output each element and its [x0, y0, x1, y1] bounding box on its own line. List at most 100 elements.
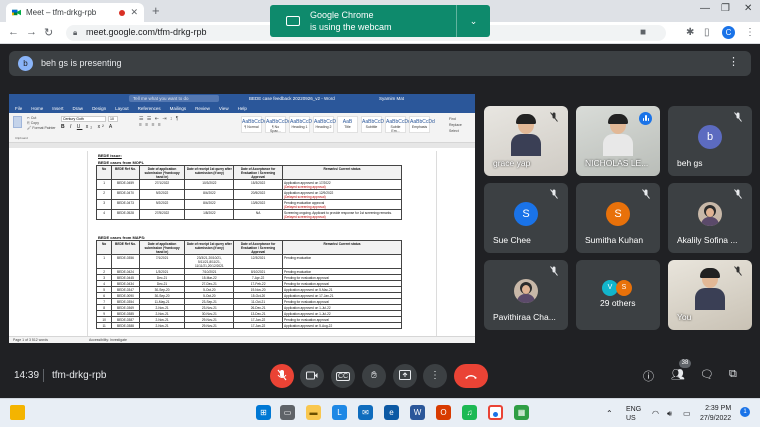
camera-in-use-icon[interactable]: ■ [640, 27, 646, 38]
reload-icon[interactable]: ↻ [44, 26, 53, 39]
cell-text: Pending for evaluation approval [284, 275, 329, 280]
activities-button[interactable]: ⧉ [729, 368, 737, 381]
word-style-5[interactable]: AaBbCcD Subtitle [361, 116, 384, 133]
word-menu-draw[interactable]: Draw [73, 106, 84, 111]
edge-browser-icon[interactable]: e [384, 405, 399, 420]
more-options-button[interactable]: ⋮ [423, 364, 447, 388]
more-menu-icon[interactable]: ⋮ [745, 27, 755, 38]
language-code: ENG [626, 406, 642, 413]
table-cell: 10/3/2022 [184, 179, 235, 190]
word-style-1[interactable]: AaBbCcDd ¶ No Spac... [265, 116, 291, 133]
table-cell: 1 [95, 254, 113, 269]
participant-tile[interactable]: V S 29 others [576, 260, 660, 330]
widgets-icon[interactable] [10, 405, 25, 420]
forward-icon[interactable]: → [26, 26, 37, 38]
captions-button[interactable]: CC [331, 364, 355, 388]
file-explorer-icon[interactable]: ▬ [306, 405, 321, 420]
cell-text: Dec-21 [156, 275, 168, 280]
maximize-icon[interactable]: ❐ [721, 3, 730, 14]
doc-heading: BEDE issue: [98, 153, 122, 158]
participant-tile[interactable]: Akalily Sofina ... [668, 183, 752, 253]
cell-text: 4 [103, 281, 106, 286]
word-menu-view[interactable]: View [219, 106, 229, 111]
region-code: US [626, 415, 636, 422]
participant-tile[interactable]: S Sumitha Kuhan [576, 183, 660, 253]
word-menu-home[interactable]: Home [31, 106, 43, 111]
spotify-icon[interactable]: ♫ [462, 405, 477, 420]
word-menu-bar: File Home Insert Draw Design Layout References… [9, 104, 475, 113]
style-label: ¶ Normal [244, 125, 259, 129]
word-menu-insert[interactable]: Insert [52, 106, 63, 111]
task-view-icon[interactable]: ▭ [280, 405, 295, 420]
style-label: ¶ No Spac... [270, 125, 281, 133]
word-menu-references[interactable]: References [138, 106, 161, 111]
start-button[interactable]: ⊞ [256, 405, 271, 420]
participant-tile[interactable]: b beh gs [668, 106, 752, 176]
lync-app-icon[interactable]: L [332, 405, 347, 420]
cell-text: Pending evaluation [284, 269, 312, 274]
word-menu-review[interactable]: Review [195, 106, 210, 111]
word-style-2[interactable]: AaBbCcD Heading 1 [289, 116, 312, 133]
participant-tile[interactable]: You [668, 260, 752, 330]
meeting-time: 14:39 [14, 370, 40, 381]
sidebar-icon[interactable]: ▯ [704, 27, 710, 38]
participant-tile[interactable]: Pavithiraa Cha... [484, 260, 568, 330]
taskbar-clock[interactable]: 2:39 PM 27/9/2022 [700, 404, 731, 424]
meeting-details-button[interactable]: ⓘ [643, 368, 654, 384]
raise-hand-button[interactable]: ✋︎ [362, 364, 386, 388]
word-style-0[interactable]: AaBbCcDd ¶ Normal [241, 116, 267, 133]
minimize-icon[interactable]: — [700, 3, 710, 14]
word-app-icon[interactable]: W [410, 405, 425, 420]
close-tab-icon[interactable]: ✕ [130, 7, 138, 18]
present-button[interactable] [393, 364, 417, 388]
mic-muted-icon [547, 266, 560, 279]
browser-tab-meet[interactable]: Meet – tfm-drkg-rpb ✕ [6, 3, 144, 22]
presentation-options-icon[interactable]: ⋮ [728, 55, 739, 68]
word-menu-help[interactable]: Help [238, 106, 247, 111]
word-menu-mailings[interactable]: Mailings [170, 106, 187, 111]
camera-button[interactable] [300, 364, 324, 388]
end-call-button[interactable] [454, 364, 488, 388]
participant-tile[interactable]: S Sue Chee [484, 183, 568, 253]
close-window-icon[interactable]: ✕ [744, 3, 752, 14]
show-hidden-icons[interactable]: ⌃ [606, 409, 613, 418]
notification-badge[interactable]: 1 [740, 407, 750, 417]
word-ruler [9, 143, 475, 148]
app-icon[interactable]: ▦ [514, 405, 529, 420]
tab-title: Meet – tfm-drkg-rpb [26, 8, 97, 17]
webcam-icon [286, 16, 300, 26]
new-tab-icon[interactable]: + [152, 3, 160, 18]
volume-icon[interactable]: 🔊︎ [667, 409, 672, 419]
word-style-7[interactable]: AaBbCcDd Emphasis [409, 116, 435, 133]
profile-avatar[interactable]: C [722, 26, 735, 39]
battery-icon[interactable]: ▭ [683, 409, 691, 418]
table-cell: 29-Nov-21 [184, 322, 235, 329]
cell-text: Pending evaluation approval [284, 200, 325, 205]
word-style-3[interactable]: AaBbCcD Heading 2 [313, 116, 336, 133]
language-indicator[interactable]: ENG US [626, 405, 641, 423]
word-menu-design[interactable]: Design [92, 106, 106, 111]
cell-text: 27/1/2022 [154, 180, 170, 185]
office-app-icon[interactable]: O [436, 405, 451, 420]
chrome-icon[interactable] [488, 405, 503, 420]
people-button[interactable]: 👥︎ [671, 368, 685, 381]
word-menu-file[interactable]: File [15, 106, 22, 111]
mail-icon[interactable]: ✉ [358, 405, 373, 420]
word-style-4[interactable]: AaB Title [337, 116, 358, 133]
extensions-icon[interactable]: ✱ [686, 27, 694, 38]
table-cell: 1/8/2022 [184, 209, 235, 220]
wifi-icon[interactable]: ◠ [652, 409, 659, 418]
word-style-6[interactable]: AaBbCcDd Subtle Em... [385, 116, 411, 133]
participant-tile[interactable]: grace yap [484, 106, 568, 176]
word-menu-layout[interactable]: Layout [115, 106, 129, 111]
cell-text: BEDE-0473 [117, 200, 134, 205]
mic-off-button[interactable] [270, 364, 294, 388]
cell-text: Application approved on 17/2022 [284, 180, 331, 185]
chevron-down-icon[interactable]: ⌄ [456, 5, 490, 37]
participant-tile[interactable]: NICHOLAS LE... [576, 106, 660, 176]
chat-button[interactable]: 🗨︎ [700, 368, 714, 381]
table-cell: 27/1/2022 [138, 179, 186, 190]
recording-dot-icon [119, 9, 126, 16]
cell-text: Pending for evaluation approval [284, 317, 329, 322]
back-icon[interactable]: ← [8, 26, 19, 38]
